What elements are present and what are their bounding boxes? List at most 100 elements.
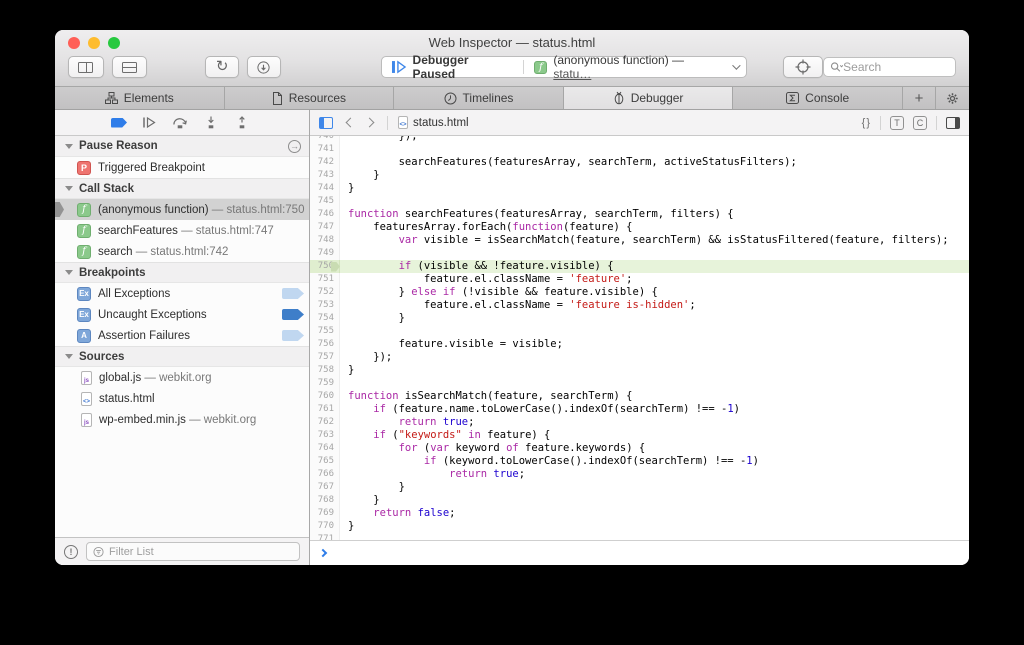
back-icon[interactable] [346, 118, 356, 128]
line-number[interactable]: 746 [310, 208, 340, 221]
code-line-762[interactable]: 762 return true; [310, 416, 969, 429]
right-sidebar-toggle-icon[interactable] [946, 117, 960, 129]
titlebar[interactable]: Web Inspector — status.html [55, 30, 969, 55]
reload-button[interactable]: ↻ [205, 56, 239, 78]
code-line-749[interactable]: 749 [310, 247, 969, 260]
line-number[interactable]: 766 [310, 468, 340, 481]
line-number[interactable]: 765 [310, 455, 340, 468]
continue-icon[interactable] [142, 116, 157, 129]
code-line-747[interactable]: 747 featuresArray.forEach(function(featu… [310, 221, 969, 234]
call-stack-item-1[interactable]: f searchFeatures — status.html:747 [55, 220, 309, 241]
disclosure-triangle-icon[interactable] [65, 144, 73, 149]
code-line-766[interactable]: 766 return true; [310, 468, 969, 481]
line-number[interactable]: 751 [310, 273, 340, 286]
type-token-icon[interactable]: T [890, 116, 904, 130]
sidebar-toggle-icon[interactable] [319, 117, 333, 129]
line-number[interactable]: 743 [310, 169, 340, 182]
tab-console[interactable]: Console [733, 87, 903, 109]
tab-timelines[interactable]: Timelines [394, 87, 564, 109]
disclosure-triangle-icon[interactable] [65, 354, 73, 359]
code-line-744[interactable]: 744} [310, 182, 969, 195]
step-over-icon[interactable] [172, 116, 188, 129]
code-line-768[interactable]: 768 } [310, 494, 969, 507]
line-number[interactable]: 752 [310, 286, 340, 299]
minimize-window-button[interactable] [88, 37, 100, 49]
issues-filter-icon[interactable]: ! [64, 545, 78, 559]
line-number[interactable]: 753 [310, 299, 340, 312]
line-number[interactable]: 757 [310, 351, 340, 364]
code-line-743[interactable]: 743 } [310, 169, 969, 182]
filter-list-input[interactable] [109, 546, 293, 558]
breakpoint-item-0[interactable]: Ex All Exceptions [55, 283, 309, 304]
code-line-742[interactable]: 742 searchFeatures(featuresArray, search… [310, 156, 969, 169]
line-number[interactable]: 760 [310, 390, 340, 403]
code-line-751[interactable]: 751 feature.el.className = 'feature'; [310, 273, 969, 286]
breakpoint-pill-icon[interactable] [282, 288, 304, 299]
element-picker-button[interactable] [783, 56, 823, 78]
code-line-765[interactable]: 765 if (keyword.toLowerCase().indexOf(se… [310, 455, 969, 468]
code-line-763[interactable]: 763 if ("keywords" in feature) { [310, 429, 969, 442]
coverage-icon[interactable]: C [913, 116, 927, 130]
code-line-746[interactable]: 746function searchFeatures(featuresArray… [310, 208, 969, 221]
line-number[interactable]: 768 [310, 494, 340, 507]
tab-debugger[interactable]: Debugger [564, 87, 734, 109]
line-number[interactable]: 749 [310, 247, 340, 260]
breakpoint-pill-icon[interactable] [282, 330, 304, 341]
tab-elements[interactable]: Elements [55, 87, 225, 109]
code-line-754[interactable]: 754 } [310, 312, 969, 325]
tab-resources[interactable]: Resources [225, 87, 395, 109]
line-number[interactable]: 771 [310, 533, 340, 540]
code-line-741[interactable]: 741 [310, 143, 969, 156]
section-header-pause-reason[interactable]: Pause Reason → [55, 136, 309, 157]
breakpoint-pill-icon[interactable] [282, 309, 304, 320]
step-into-icon[interactable] [203, 116, 219, 129]
search-field[interactable] [823, 57, 956, 77]
breadcrumb-file[interactable]: <> status.html [398, 116, 469, 129]
section-header-sources[interactable]: Sources [55, 346, 309, 367]
code-line-753[interactable]: 753 feature.el.className = 'feature is-h… [310, 299, 969, 312]
line-number[interactable]: 747 [310, 221, 340, 234]
code-line-761[interactable]: 761 if (feature.name.toLowerCase().index… [310, 403, 969, 416]
add-tab-button[interactable]: + [903, 87, 936, 109]
code-line-771[interactable]: 771 [310, 533, 969, 540]
line-number[interactable]: 744 [310, 182, 340, 195]
function-selector[interactable]: (anonymous function) — statu… [553, 53, 723, 81]
code-line-740[interactable]: 740 }); [310, 136, 969, 143]
code-line-757[interactable]: 757 }); [310, 351, 969, 364]
zoom-window-button[interactable] [108, 37, 120, 49]
section-header-call-stack[interactable]: Call Stack [55, 178, 309, 199]
code-line-770[interactable]: 770} [310, 520, 969, 533]
pretty-print-icon[interactable]: {} [862, 117, 871, 129]
code-line-752[interactable]: 752 } else if (!visible && feature.visib… [310, 286, 969, 299]
code-line-767[interactable]: 767 } [310, 481, 969, 494]
code-line-748[interactable]: 748 var visible = isSearchMatch(feature,… [310, 234, 969, 247]
code-line-759[interactable]: 759 [310, 377, 969, 390]
call-stack-item-0[interactable]: f (anonymous function) — status.html:750 [55, 199, 309, 220]
download-button[interactable] [247, 56, 281, 78]
line-number[interactable]: 764 [310, 442, 340, 455]
code-line-755[interactable]: 755 [310, 325, 969, 338]
function-selector-link[interactable]: statu… [553, 67, 591, 81]
section-header-breakpoints[interactable]: Breakpoints [55, 262, 309, 283]
line-number[interactable]: 745 [310, 195, 340, 208]
line-number[interactable]: 742 [310, 156, 340, 169]
disclosure-triangle-icon[interactable] [65, 270, 73, 275]
settings-tab-button[interactable] [936, 87, 969, 109]
line-number[interactable]: 748 [310, 234, 340, 247]
disclosure-triangle-icon[interactable] [65, 186, 73, 191]
line-number[interactable]: 754 [310, 312, 340, 325]
source-item-0[interactable]: js global.js — webkit.org [55, 367, 309, 388]
code-editor[interactable]: 740 });741742 searchFeatures(featuresArr… [310, 136, 969, 540]
line-number[interactable]: 767 [310, 481, 340, 494]
filter-field[interactable] [86, 542, 300, 561]
breakpoints-toggle-icon[interactable] [111, 118, 127, 128]
line-number[interactable]: 763 [310, 429, 340, 442]
line-number[interactable]: 769 [310, 507, 340, 520]
line-number[interactable]: 750 [310, 260, 340, 273]
pause-reason-item[interactable]: P Triggered Breakpoint [55, 157, 309, 178]
code-line-745[interactable]: 745 [310, 195, 969, 208]
search-input[interactable] [843, 60, 933, 74]
code-line-769[interactable]: 769 return false; [310, 507, 969, 520]
dock-bottom-button[interactable] [112, 56, 148, 78]
goto-breakpoint-icon[interactable]: → [288, 140, 301, 153]
